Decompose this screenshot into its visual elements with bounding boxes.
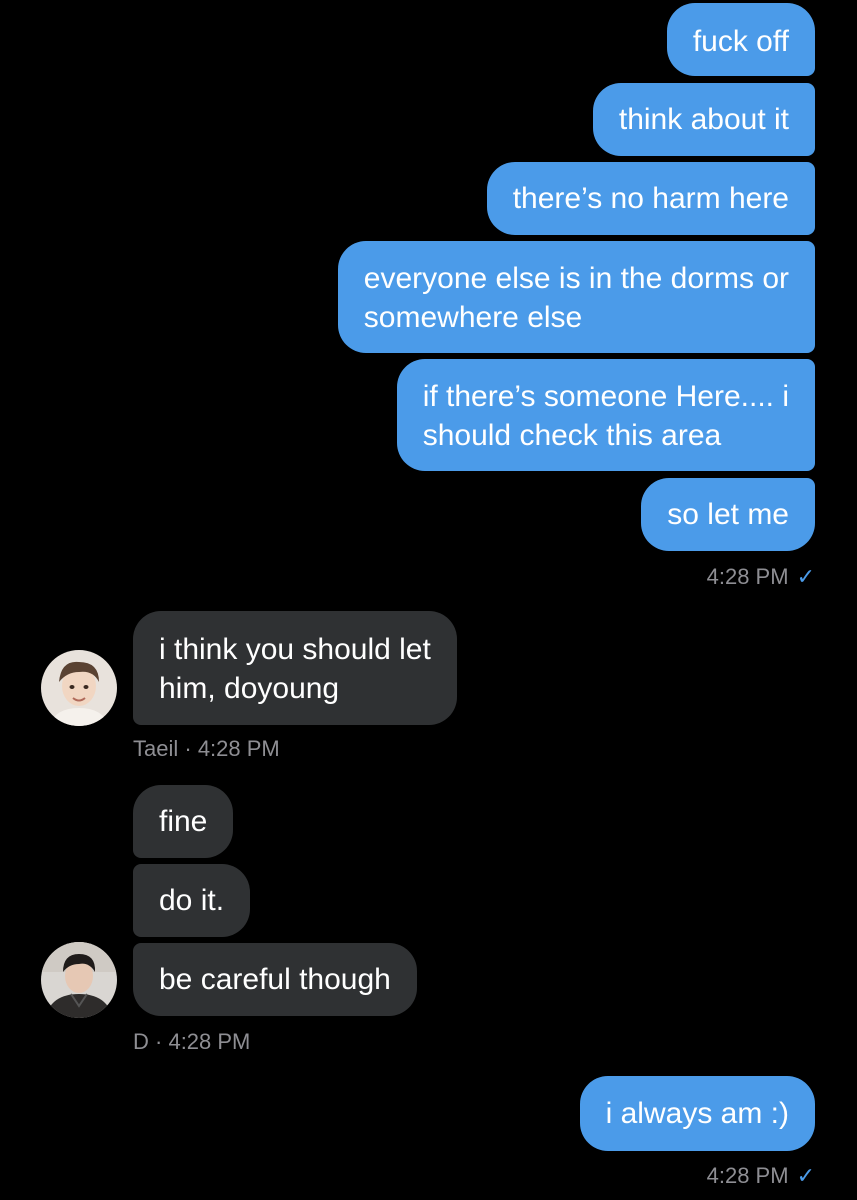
message-text: i always am :) xyxy=(605,1097,789,1130)
sender-meta: Taeil · 4:28 PM xyxy=(133,736,280,762)
timestamp: 4:28 PM xyxy=(706,1163,789,1188)
message-text: there’s no harm here xyxy=(512,182,789,215)
doyoung-avatar[interactable] xyxy=(41,942,117,1018)
sender-meta: D · 4:28 PM xyxy=(133,1029,250,1055)
checkmark-icon: ✓ xyxy=(796,564,815,589)
read-receipt: 4:28 PM ✓ xyxy=(707,1163,815,1189)
timestamp: 4:28 PM xyxy=(197,736,280,761)
taeil-avatar[interactable] xyxy=(41,650,117,726)
read-receipt: 4:28 PM ✓ xyxy=(707,564,815,590)
message-text: so let me xyxy=(667,498,789,531)
outgoing-message-bubble[interactable]: i always am :) xyxy=(579,1076,815,1151)
outgoing-message-bubble[interactable]: think about it xyxy=(592,83,815,156)
outgoing-message-bubble[interactable]: everyone else is in the dorms or somewhe… xyxy=(337,241,815,353)
message-text-line: everyone else is in the dorms or xyxy=(363,262,789,295)
timestamp: 4:28 PM xyxy=(706,564,789,589)
timestamp: 4:28 PM xyxy=(168,1029,251,1054)
message-text: fine xyxy=(159,805,208,838)
incoming-message-bubble[interactable]: be careful though xyxy=(133,943,417,1016)
sender-name: Taeil xyxy=(133,736,179,761)
outgoing-message-bubble[interactable]: fuck off xyxy=(666,3,815,76)
message-text: do it. xyxy=(159,884,225,917)
outgoing-message-bubble[interactable]: there’s no harm here xyxy=(486,162,815,235)
message-text-line: somewhere else xyxy=(363,301,583,334)
message-text-line: i think you should let xyxy=(159,633,431,666)
person-icon xyxy=(41,650,117,726)
incoming-message-bubble[interactable]: i think you should let him, doyoung xyxy=(133,611,457,725)
outgoing-message-bubble[interactable]: if there’s someone Here.... i should che… xyxy=(396,359,815,471)
message-text: think about it xyxy=(618,103,789,136)
message-text: be careful though xyxy=(159,963,391,996)
message-text: fuck off xyxy=(692,25,789,58)
outgoing-message-bubble[interactable]: so let me xyxy=(641,478,815,551)
person-icon xyxy=(41,942,117,1018)
separator: · xyxy=(178,736,198,761)
incoming-message-bubble[interactable]: fine xyxy=(133,785,234,858)
separator: · xyxy=(148,1029,169,1054)
message-text-line: should check this area xyxy=(422,419,722,452)
message-text-line: him, doyoung xyxy=(159,672,340,705)
message-text-line: if there’s someone Here.... i xyxy=(422,380,789,413)
incoming-message-bubble[interactable]: do it. xyxy=(133,864,251,937)
checkmark-icon: ✓ xyxy=(796,1163,815,1188)
sender-name: D xyxy=(133,1029,149,1054)
